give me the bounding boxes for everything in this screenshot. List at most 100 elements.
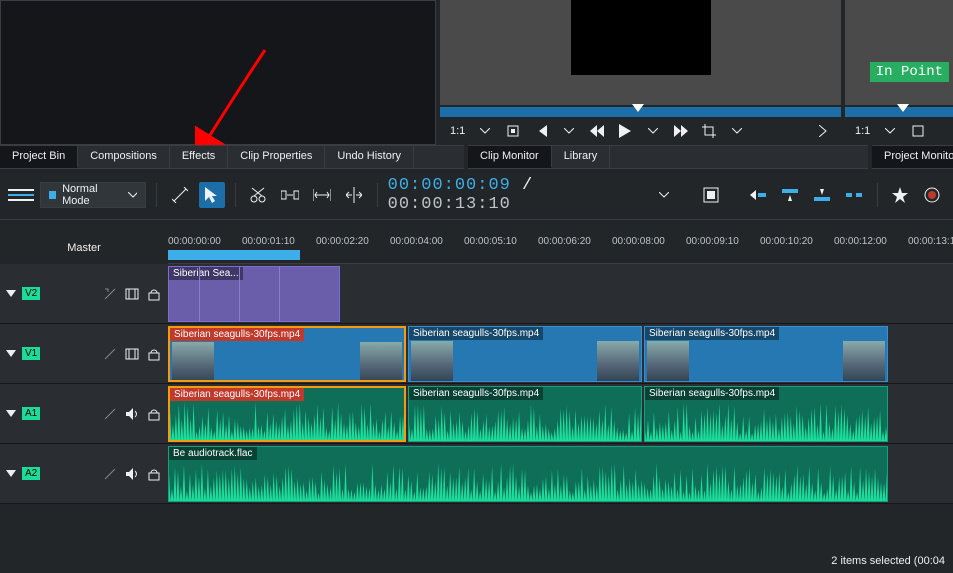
audio-clip[interactable]: Be audiotrack.flac	[168, 446, 888, 502]
chevron-down-icon[interactable]	[651, 182, 677, 208]
tab-project-bin[interactable]: Project Bin	[0, 146, 78, 168]
project-monitor-controls: 1:1	[845, 117, 953, 145]
razor-tool-icon[interactable]	[246, 182, 272, 208]
audio-clip[interactable]: Siberian seagulls-30fps.mp4	[644, 386, 888, 442]
ruler-tick: 00:00:00:00	[168, 236, 221, 247]
auto-icon[interactable]	[102, 466, 118, 482]
speaker-icon[interactable]	[124, 406, 140, 422]
lock-icon[interactable]	[146, 286, 162, 302]
auto-icon[interactable]	[102, 346, 118, 362]
record-icon[interactable]	[919, 182, 945, 208]
video-clip[interactable]: Siberian seagulls-30fps.mp4	[644, 326, 888, 382]
composition-clip[interactable]: Siberian Sea...	[168, 266, 340, 322]
auto-icon[interactable]	[102, 406, 118, 422]
ruler-tick: 00:00:04:00	[390, 236, 443, 247]
ruler-tick: 00:00:10:20	[760, 236, 813, 247]
timeline-tracks: V2 Siberian Sea... V1 Siberian seagulls-…	[0, 264, 953, 534]
clip-monitor-scrubber[interactable]	[440, 107, 841, 117]
favorite-icon[interactable]	[887, 182, 913, 208]
film-icon[interactable]	[124, 286, 140, 302]
expand-icon[interactable]	[6, 350, 16, 357]
expand-icon[interactable]	[6, 410, 16, 417]
insert-left-icon[interactable]	[745, 182, 771, 208]
clip-monitor-panel: 1:1	[440, 0, 841, 145]
fast-forward-icon[interactable]	[669, 120, 693, 142]
tab-effects[interactable]: Effects	[170, 146, 228, 168]
clip-thumbnail	[647, 341, 689, 381]
auto-icon[interactable]	[102, 286, 118, 302]
track-body-v1[interactable]: Siberian seagulls-30fps.mp4 Siberian sea…	[168, 324, 953, 383]
ruler-tick: 00:00:12:00	[834, 236, 887, 247]
clip-monitor-view[interactable]	[440, 0, 841, 105]
film-icon[interactable]	[124, 346, 140, 362]
clip-thumbnail	[597, 341, 639, 381]
track-v2: V2 Siberian Sea...	[0, 264, 953, 324]
clip-thumbnail	[360, 342, 402, 382]
extract-icon[interactable]	[809, 182, 835, 208]
track-header-v1[interactable]: V1	[0, 324, 168, 383]
chevron-down-icon[interactable]	[473, 120, 497, 142]
center-playhead-icon[interactable]	[341, 182, 367, 208]
timeline-toolbar: Normal Mode 00:00:00:09 / 00:00:13:10	[0, 170, 953, 220]
audio-clip[interactable]: Siberian seagulls-30fps.mp4	[168, 386, 406, 442]
tab-clip-properties[interactable]: Clip Properties	[228, 146, 325, 168]
ruler-tick: 00:00:09:10	[686, 236, 739, 247]
speaker-icon[interactable]	[124, 466, 140, 482]
clip-thumbnail	[172, 342, 214, 382]
expand-icon[interactable]	[6, 290, 16, 297]
zone-in-icon[interactable]	[501, 120, 525, 142]
audio-clip[interactable]: Siberian seagulls-30fps.mp4	[408, 386, 642, 442]
track-header-a2[interactable]: A2	[0, 444, 168, 503]
tab-compositions[interactable]: Compositions	[78, 146, 170, 168]
timecode-duration: 00:00:13:10	[388, 195, 511, 214]
chevron-down-icon[interactable]	[557, 120, 581, 142]
track-a2: A2 Be audiotrack.flac	[0, 444, 953, 504]
lock-icon[interactable]	[146, 346, 162, 362]
selection-tool-icon[interactable]	[199, 182, 225, 208]
lock-icon[interactable]	[146, 466, 162, 482]
ruler-tick: 00:00:02:20	[316, 236, 369, 247]
mixer-icon[interactable]	[698, 182, 724, 208]
chevron-right-icon[interactable]	[811, 120, 835, 142]
mid-panel-tabs: Clip Monitor Library	[468, 145, 868, 169]
overwrite-icon[interactable]	[777, 182, 803, 208]
track-body-v2[interactable]: Siberian Sea...	[168, 264, 953, 323]
project-monitor-scrubber[interactable]	[845, 107, 953, 117]
tab-project-monitor[interactable]: Project Monitor	[872, 146, 953, 168]
expand-icon[interactable]	[6, 470, 16, 477]
tab-clip-monitor[interactable]: Clip Monitor	[468, 146, 552, 168]
video-clip[interactable]: Siberian seagulls-30fps.mp4	[408, 326, 642, 382]
edit-mode-dropdown[interactable]: Normal Mode	[40, 182, 146, 208]
hamburger-icon[interactable]	[8, 182, 34, 208]
track-header-v2[interactable]: V2	[0, 264, 168, 323]
tab-library[interactable]: Library	[552, 146, 611, 168]
chevron-down-icon[interactable]	[878, 120, 902, 142]
chevron-down-icon[interactable]	[641, 120, 665, 142]
lock-icon[interactable]	[146, 406, 162, 422]
crop-icon[interactable]	[697, 120, 721, 142]
track-header-a1[interactable]: A1	[0, 384, 168, 443]
prev-keyframe-icon[interactable]	[529, 120, 553, 142]
zone-in-icon[interactable]	[906, 120, 930, 142]
wand-tool-icon[interactable]	[167, 182, 193, 208]
monitor-video-area	[571, 0, 711, 75]
track-v1: V1 Siberian seagulls-30fps.mp4 Siberian …	[0, 324, 953, 384]
fit-width-icon[interactable]	[309, 182, 335, 208]
timeline-ruler[interactable]: 00:00:00:0000:00:01:1000:00:02:2000:00:0…	[168, 232, 953, 264]
zoom-ratio[interactable]: 1:1	[851, 125, 874, 137]
timecode-display[interactable]: 00:00:00:09 / 00:00:13:10	[388, 176, 646, 214]
edit-mode-label: Normal Mode	[62, 183, 122, 207]
spacer-tool-icon[interactable]	[277, 182, 303, 208]
rewind-icon[interactable]	[585, 120, 609, 142]
track-body-a2[interactable]: Be audiotrack.flac	[168, 444, 953, 503]
track-body-a1[interactable]: Siberian seagulls-30fps.mp4Siberian seag…	[168, 384, 953, 443]
lift-icon[interactable]	[841, 182, 867, 208]
project-monitor-view[interactable]: In Point	[845, 0, 953, 105]
chevron-down-icon[interactable]	[725, 120, 749, 142]
tab-undo-history[interactable]: Undo History	[325, 146, 414, 168]
ruler-tick: 00:00:06:20	[538, 236, 591, 247]
play-icon[interactable]	[613, 120, 637, 142]
video-clip[interactable]: Siberian seagulls-30fps.mp4	[168, 326, 406, 382]
zoom-ratio[interactable]: 1:1	[446, 125, 469, 137]
ruler-zone[interactable]	[168, 250, 300, 260]
